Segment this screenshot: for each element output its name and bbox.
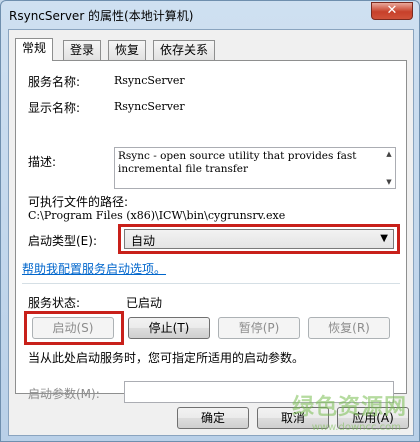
display-name-label: 显示名称: — [28, 101, 81, 115]
pause-button[interactable]: 暂停(P) — [218, 317, 300, 339]
description-text: Rsync - open source utility that provide… — [118, 150, 357, 175]
tab-logon[interactable]: 登录 — [63, 40, 102, 60]
description-label: 描述: — [28, 155, 57, 169]
site-watermark: 绿色资源网 — [291, 395, 407, 420]
exe-path-value: C:\Program Files (x86)\ICW\bin\cygrunsrv… — [28, 209, 286, 222]
scroll-up-icon[interactable]: ▲ — [383, 148, 395, 160]
general-panel: 服务名称: RsyncServer 显示名称: RsyncServer 描述: … — [15, 60, 407, 403]
scroll-down-icon[interactable]: ▼ — [383, 176, 395, 188]
close-button[interactable]: ✕ — [371, 2, 413, 20]
service-status-value: 已启动 — [126, 296, 163, 310]
startup-type-value: 自动 — [131, 234, 156, 248]
service-name-label: 服务名称: — [28, 75, 81, 89]
window-title: RsyncServer 的属性(本地计算机) — [9, 9, 194, 23]
dropdown-arrow-icon: ▼ — [380, 233, 388, 244]
start-params-hint: 当从此处启动服务时，您可指定所适用的启动参数。 — [28, 351, 305, 365]
title-bar[interactable]: RsyncServer 的属性(本地计算机) ✕ — [1, 1, 419, 29]
startup-type-label: 启动类型(E): — [28, 234, 97, 248]
help-config-link[interactable]: 帮助我配置服务启动选项。 — [22, 260, 166, 277]
description-box[interactable]: Rsync - open source utility that provide… — [114, 147, 396, 189]
start-button[interactable]: 启动(S) — [32, 317, 114, 339]
startup-type-select[interactable]: 自动 ▼ — [124, 229, 394, 249]
service-name-value: RsyncServer — [114, 74, 185, 87]
dialog-client: 常规 登录 恢复 依存关系 服务名称: RsyncServer 显示名称: Rs… — [8, 29, 414, 436]
tab-general[interactable]: 常规 — [15, 38, 54, 61]
resume-button[interactable]: 恢复(R) — [308, 317, 390, 339]
tab-dependencies[interactable]: 依存关系 — [153, 40, 216, 60]
start-params-label: 启动参数(M): — [28, 387, 100, 401]
properties-window: RsyncServer 的属性(本地计算机) ✕ 常规 登录 恢复 依存关系 服… — [0, 0, 420, 442]
service-status-label: 服务状态: — [28, 296, 81, 310]
exe-path-label: 可执行文件的路径: — [28, 195, 129, 209]
tab-recovery[interactable]: 恢复 — [108, 40, 147, 60]
close-icon: ✕ — [386, 3, 398, 18]
separator — [22, 283, 400, 284]
site-watermark-url: www.downcc.com — [311, 422, 401, 433]
stop-button[interactable]: 停止(T) — [128, 317, 210, 339]
ok-button[interactable]: 确定 — [177, 407, 249, 429]
display-name-value: RsyncServer — [114, 100, 185, 113]
